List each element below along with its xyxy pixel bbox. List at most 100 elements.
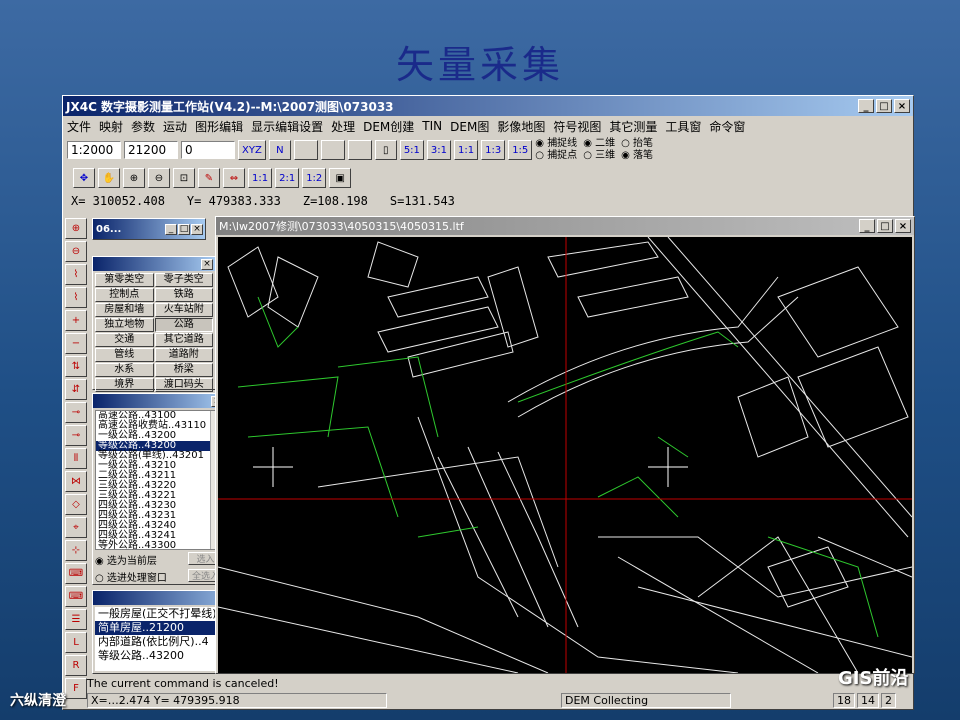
- zoom-out-icon[interactable]: ⊖: [65, 241, 87, 262]
- menu-item[interactable]: 其它测量: [609, 118, 665, 135]
- map-canvas[interactable]: [218, 237, 912, 673]
- snap-icon[interactable]: ⊹: [65, 540, 87, 561]
- category-button[interactable]: 房屋和墙: [95, 303, 154, 317]
- insert-point-icon[interactable]: +: [65, 310, 87, 331]
- maximize-button[interactable]: □: [877, 219, 893, 233]
- connect-icon[interactable]: ⌖: [65, 517, 87, 538]
- menu-item[interactable]: 运动: [163, 118, 195, 135]
- select-current-layer-radio[interactable]: ◉ 选为当前层: [95, 552, 186, 567]
- category-button[interactable]: 第零类空: [95, 273, 154, 287]
- close-button[interactable]: ×: [191, 223, 203, 235]
- move-point-icon[interactable]: ⇅: [65, 356, 87, 377]
- category-button[interactable]: 水系: [95, 363, 154, 377]
- front-icon[interactable]: F: [65, 678, 87, 699]
- menu-item[interactable]: 处理: [331, 118, 363, 135]
- height-field[interactable]: 0: [181, 141, 235, 159]
- measure-icon[interactable]: ✎: [198, 168, 220, 188]
- n-button[interactable]: N: [268, 140, 291, 160]
- blank-tool-button[interactable]: [347, 140, 372, 160]
- menu-item[interactable]: 映射: [99, 118, 131, 135]
- menu-item[interactable]: DEM图: [450, 118, 497, 135]
- close-button[interactable]: ×: [201, 258, 213, 270]
- menu-item[interactable]: DEM创建: [363, 118, 422, 135]
- ratio-1-5-button[interactable]: 1:5: [508, 140, 533, 160]
- category-button[interactable]: 火车站附: [154, 303, 213, 317]
- menu-item[interactable]: 文件: [67, 118, 99, 135]
- node-icon[interactable]: ⊸: [65, 402, 87, 423]
- fit-icon[interactable]: ⇔: [223, 168, 245, 188]
- code-list[interactable]: 高速公路..43100 高速公路收费站..43110 一级公路..43200 等级公路…: [95, 410, 223, 550]
- select-window-radio[interactable]: ○ 选进处理窗口: [95, 569, 186, 584]
- category-button[interactable]: 桥梁: [154, 363, 213, 377]
- menu-item[interactable]: 图形编辑: [195, 118, 251, 135]
- close-button[interactable]: ×: [894, 99, 910, 113]
- code-panel-titlebar: ×: [93, 394, 225, 408]
- blank-tool-button[interactable]: [293, 140, 318, 160]
- y-coordinate: Y= 479383.333: [186, 194, 281, 208]
- layer-icon[interactable]: ☰: [65, 609, 87, 630]
- draw-line-icon[interactable]: ⌇: [65, 264, 87, 285]
- category-button[interactable]: 其它道路: [154, 333, 213, 347]
- minimize-button[interactable]: _: [165, 223, 177, 235]
- ratio-1-1-button[interactable]: 1:1: [454, 140, 479, 160]
- category-button[interactable]: 公路: [154, 318, 213, 332]
- menu-item[interactable]: 影像地图: [497, 118, 553, 135]
- minimize-button[interactable]: _: [858, 99, 874, 113]
- parallel-icon[interactable]: ⫴: [65, 448, 87, 469]
- ratio-3-1-button[interactable]: 3:1: [426, 140, 451, 160]
- scale-field[interactable]: 1:2000: [67, 141, 121, 159]
- menu-item[interactable]: 符号视图: [553, 118, 609, 135]
- right-icon[interactable]: R: [65, 655, 87, 676]
- category-button[interactable]: 独立地物: [95, 318, 154, 332]
- draw-line-icon[interactable]: ⌇: [65, 287, 87, 308]
- keep-icon[interactable]: ⌨: [65, 586, 87, 607]
- snap-line-radio[interactable]: ◉ 捕捉线: [535, 138, 577, 150]
- node-icon[interactable]: ⊸: [65, 425, 87, 446]
- zoom-2-1-button[interactable]: 2:1: [275, 168, 300, 188]
- 3d-radio[interactable]: ○ 三维: [583, 150, 615, 162]
- ratio-1-3-button[interactable]: 1:3: [481, 140, 506, 160]
- category-button[interactable]: 零子类空: [154, 273, 213, 287]
- left-icon[interactable]: L: [65, 632, 87, 653]
- category-button[interactable]: 境界: [95, 378, 154, 392]
- zoom-1-2-button[interactable]: 1:2: [302, 168, 327, 188]
- break-line-icon[interactable]: ⇵: [65, 379, 87, 400]
- xyz-button[interactable]: XYZ: [238, 140, 266, 160]
- menu-item[interactable]: 显示编辑设置: [251, 118, 331, 135]
- zoom-in-icon[interactable]: ⊕: [65, 218, 87, 239]
- category-button[interactable]: 管线: [95, 348, 154, 362]
- zoom-out-icon[interactable]: ⊖: [148, 168, 170, 188]
- minimize-button[interactable]: _: [859, 219, 875, 233]
- category-button[interactable]: 控制点: [95, 288, 154, 302]
- menu-item[interactable]: 工具窗: [665, 118, 709, 135]
- ratio-5-1-button[interactable]: 5:1: [399, 140, 424, 160]
- code-field[interactable]: 21200: [124, 141, 178, 159]
- zoom-window-icon[interactable]: ⊡: [173, 168, 195, 188]
- snap-point-radio[interactable]: ○ 捕捉点: [535, 150, 577, 162]
- close-line-icon[interactable]: ◇: [65, 494, 87, 515]
- list-item[interactable]: 等外公路..43300: [96, 541, 222, 550]
- pen-down-radio[interactable]: ◉ 落笔: [621, 150, 653, 162]
- pen-up-radio[interactable]: ○ 抬笔: [621, 138, 653, 150]
- category-button[interactable]: 渡口码头: [154, 378, 213, 392]
- blank-tool-button[interactable]: [320, 140, 345, 160]
- pan-hand-icon[interactable]: ✋: [98, 168, 120, 188]
- join-icon[interactable]: ⋈: [65, 471, 87, 492]
- category-button[interactable]: 道路附: [154, 348, 213, 362]
- 2d-radio[interactable]: ◉ 二维: [583, 138, 615, 150]
- save-icon[interactable]: ▣: [329, 168, 352, 188]
- menu-item[interactable]: TIN: [422, 119, 450, 133]
- zoom-in-icon[interactable]: ⊕: [123, 168, 145, 188]
- category-button[interactable]: 交通: [95, 333, 154, 347]
- select-icon[interactable]: ✥: [73, 168, 95, 188]
- maximize-button[interactable]: □: [876, 99, 892, 113]
- delete-point-icon[interactable]: −: [65, 333, 87, 354]
- menu-item[interactable]: 参数: [131, 118, 163, 135]
- maximize-button[interactable]: □: [178, 223, 190, 235]
- menu-item[interactable]: 命令窗: [709, 118, 753, 135]
- close-button[interactable]: ×: [895, 219, 911, 233]
- category-button[interactable]: 铁路: [154, 288, 213, 302]
- zoom-1-1-button[interactable]: 1:1: [248, 168, 273, 188]
- new-doc-icon[interactable]: ▯: [374, 140, 397, 160]
- key-in-icon[interactable]: ⌨: [65, 563, 87, 584]
